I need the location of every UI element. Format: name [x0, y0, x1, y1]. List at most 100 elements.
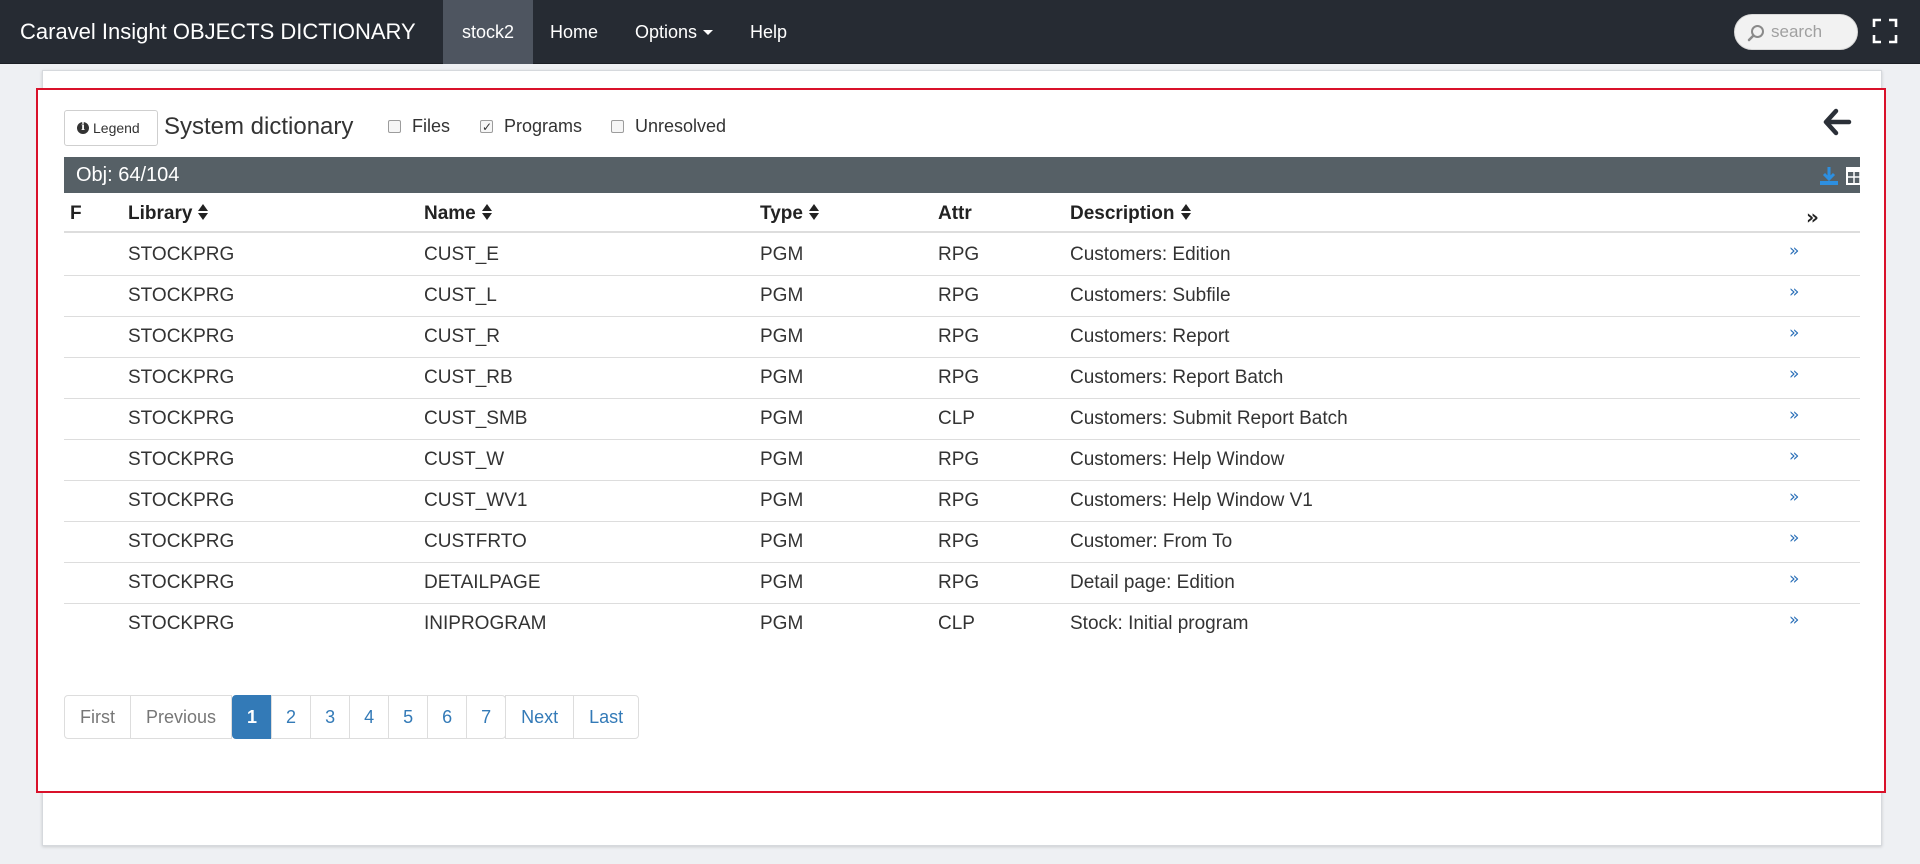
- cell-library: STOCKPRG: [128, 244, 235, 265]
- sort-icon: [198, 203, 209, 221]
- sort-icon: [1180, 203, 1191, 221]
- double-chevron-right-icon[interactable]: »: [1789, 489, 1799, 506]
- cell-type: PGM: [760, 326, 804, 347]
- cell-name: CUST_E: [424, 244, 499, 265]
- cell-description: Customers: Submit Report Batch: [1070, 408, 1348, 429]
- page-previous[interactable]: Previous: [130, 695, 233, 739]
- cell-name: CUST_R: [424, 326, 501, 347]
- cell-type: PGM: [760, 490, 804, 511]
- table-row[interactable]: STOCKPRG CUST_WV1 PGM RPG Customers: Help Wi…: [64, 481, 1860, 522]
- table-row[interactable]: STOCKPRG CUST_SMB PGM CLP Customers: Submit …: [64, 399, 1860, 440]
- double-chevron-right-icon[interactable]: »: [1789, 325, 1799, 342]
- page-number[interactable]: 5: [388, 695, 429, 739]
- page-number[interactable]: 7: [466, 695, 507, 739]
- cell-type: PGM: [760, 285, 804, 306]
- caret-down-icon: [703, 29, 714, 35]
- page-number[interactable]: 4: [349, 695, 390, 739]
- double-chevron-right-icon[interactable]: »: [1789, 243, 1799, 260]
- nav-options-label: Options: [635, 22, 698, 42]
- nav-options-dropdown[interactable]: Options: [616, 0, 732, 64]
- column-name[interactable]: Name: [424, 193, 492, 235]
- table-row[interactable]: STOCKPRG CUST_W PGM RPG Customers: Help Wind…: [64, 440, 1860, 481]
- checkbox-label: Programs: [504, 116, 583, 136]
- download-icon[interactable]: [1818, 165, 1840, 187]
- column-label: Type: [760, 203, 803, 224]
- page-number[interactable]: 6: [427, 695, 468, 739]
- cell-name: INIPROGRAM: [424, 613, 547, 634]
- column-description[interactable]: Description: [1070, 193, 1191, 235]
- cell-type: PGM: [760, 408, 804, 429]
- cell-name: CUST_SMB: [424, 408, 528, 429]
- page-last[interactable]: Last: [573, 695, 640, 739]
- cell-attr: RPG: [938, 326, 980, 347]
- cell-library: STOCKPRG: [128, 490, 235, 511]
- table-row[interactable]: STOCKPRG CUST_R PGM RPG Customers: Report »: [64, 317, 1860, 358]
- cell-attr: RPG: [938, 244, 980, 265]
- table-view-icon[interactable]: [1846, 166, 1868, 186]
- table-row[interactable]: STOCKPRG CUST_L PGM RPG Customers: Subfile »: [64, 276, 1860, 317]
- sort-icon: [808, 203, 819, 221]
- column-attr: Attr: [938, 203, 972, 224]
- cell-description: Customer: From To: [1070, 531, 1233, 552]
- fullscreen-icon[interactable]: [1872, 18, 1898, 44]
- column-label: Library: [128, 203, 193, 224]
- double-chevron-right-icon[interactable]: »: [1789, 284, 1799, 301]
- double-chevron-right-icon[interactable]: »: [1789, 448, 1799, 465]
- page-next[interactable]: Next: [505, 695, 575, 739]
- page-number[interactable]: 2: [271, 695, 312, 739]
- cell-type: PGM: [760, 531, 804, 552]
- cell-attr: RPG: [938, 367, 980, 388]
- page-number[interactable]: 3: [310, 695, 351, 739]
- search-box: [1734, 14, 1858, 50]
- legend-button[interactable]: i Legend: [64, 110, 158, 146]
- cell-description: Stock: Initial program: [1070, 613, 1249, 634]
- cell-attr: CLP: [938, 613, 975, 634]
- legend-label: Legend: [93, 120, 140, 136]
- search-icon: [1747, 25, 1764, 42]
- cell-description: Customers: Report: [1070, 326, 1230, 347]
- cell-description: Customers: Help Window: [1070, 449, 1285, 470]
- page-first[interactable]: First: [64, 695, 131, 739]
- back-arrow-icon[interactable]: [1822, 108, 1852, 136]
- cell-description: Detail page: Edition: [1070, 572, 1235, 593]
- cell-name: CUST_WV1: [424, 490, 528, 511]
- cell-type: PGM: [760, 613, 804, 634]
- double-chevron-right-icon[interactable]: »: [1789, 571, 1799, 588]
- table-row[interactable]: STOCKPRG CUST_E PGM RPG Customers: Edition »: [64, 235, 1860, 276]
- column-library[interactable]: Library: [128, 193, 209, 235]
- nav-help[interactable]: Help: [731, 0, 806, 64]
- object-count: Obj: 64/104: [76, 164, 180, 186]
- double-chevron-right-icon[interactable]: »: [1789, 612, 1799, 629]
- checkbox-box: [388, 120, 401, 133]
- table-row[interactable]: STOCKPRG CUST_RB PGM RPG Customers: Report B…: [64, 358, 1860, 399]
- cell-description: Customers: Subfile: [1070, 285, 1231, 306]
- double-chevron-right-icon[interactable]: »: [1789, 407, 1799, 424]
- cell-library: STOCKPRG: [128, 572, 235, 593]
- page-numbers: 1234567: [232, 695, 507, 739]
- table-row[interactable]: STOCKPRG CUSTFRTO PGM RPG Customer: From To »: [64, 522, 1860, 563]
- checkbox-box: [480, 117, 493, 137]
- column-type[interactable]: Type: [760, 193, 819, 235]
- cell-library: STOCKPRG: [128, 531, 235, 552]
- double-chevron-right-icon[interactable]: »: [1806, 207, 1819, 227]
- info-icon: i: [77, 122, 89, 135]
- cell-library: STOCKPRG: [128, 285, 235, 306]
- cell-attr: RPG: [938, 531, 980, 552]
- checkbox-label: Files: [412, 116, 451, 136]
- cell-name: CUST_L: [424, 285, 497, 306]
- page-number[interactable]: 1: [232, 695, 273, 739]
- cell-library: STOCKPRG: [128, 613, 235, 634]
- double-chevron-right-icon[interactable]: »: [1789, 530, 1799, 547]
- nav-home[interactable]: Home: [531, 0, 617, 64]
- double-chevron-right-icon[interactable]: »: [1789, 366, 1799, 383]
- pagination: First Previous 1234567 Next Last: [64, 695, 640, 739]
- table-row[interactable]: STOCKPRG DETAILPAGE PGM RPG Detail page: Edi…: [64, 563, 1860, 604]
- cell-name: DETAILPAGE: [424, 572, 541, 593]
- cell-library: STOCKPRG: [128, 367, 235, 388]
- search-input[interactable]: [1771, 15, 1851, 49]
- cell-name: CUST_W: [424, 449, 505, 470]
- nav-tab-stock2[interactable]: stock2: [443, 0, 534, 64]
- cell-name: CUSTFRTO: [424, 531, 527, 552]
- table-row[interactable]: STOCKPRG INIPROGRAM PGM CLP Stock: Initial p…: [64, 604, 1860, 645]
- top-navbar: Caravel Insight OBJECTS DICTIONARY stock…: [0, 0, 1920, 64]
